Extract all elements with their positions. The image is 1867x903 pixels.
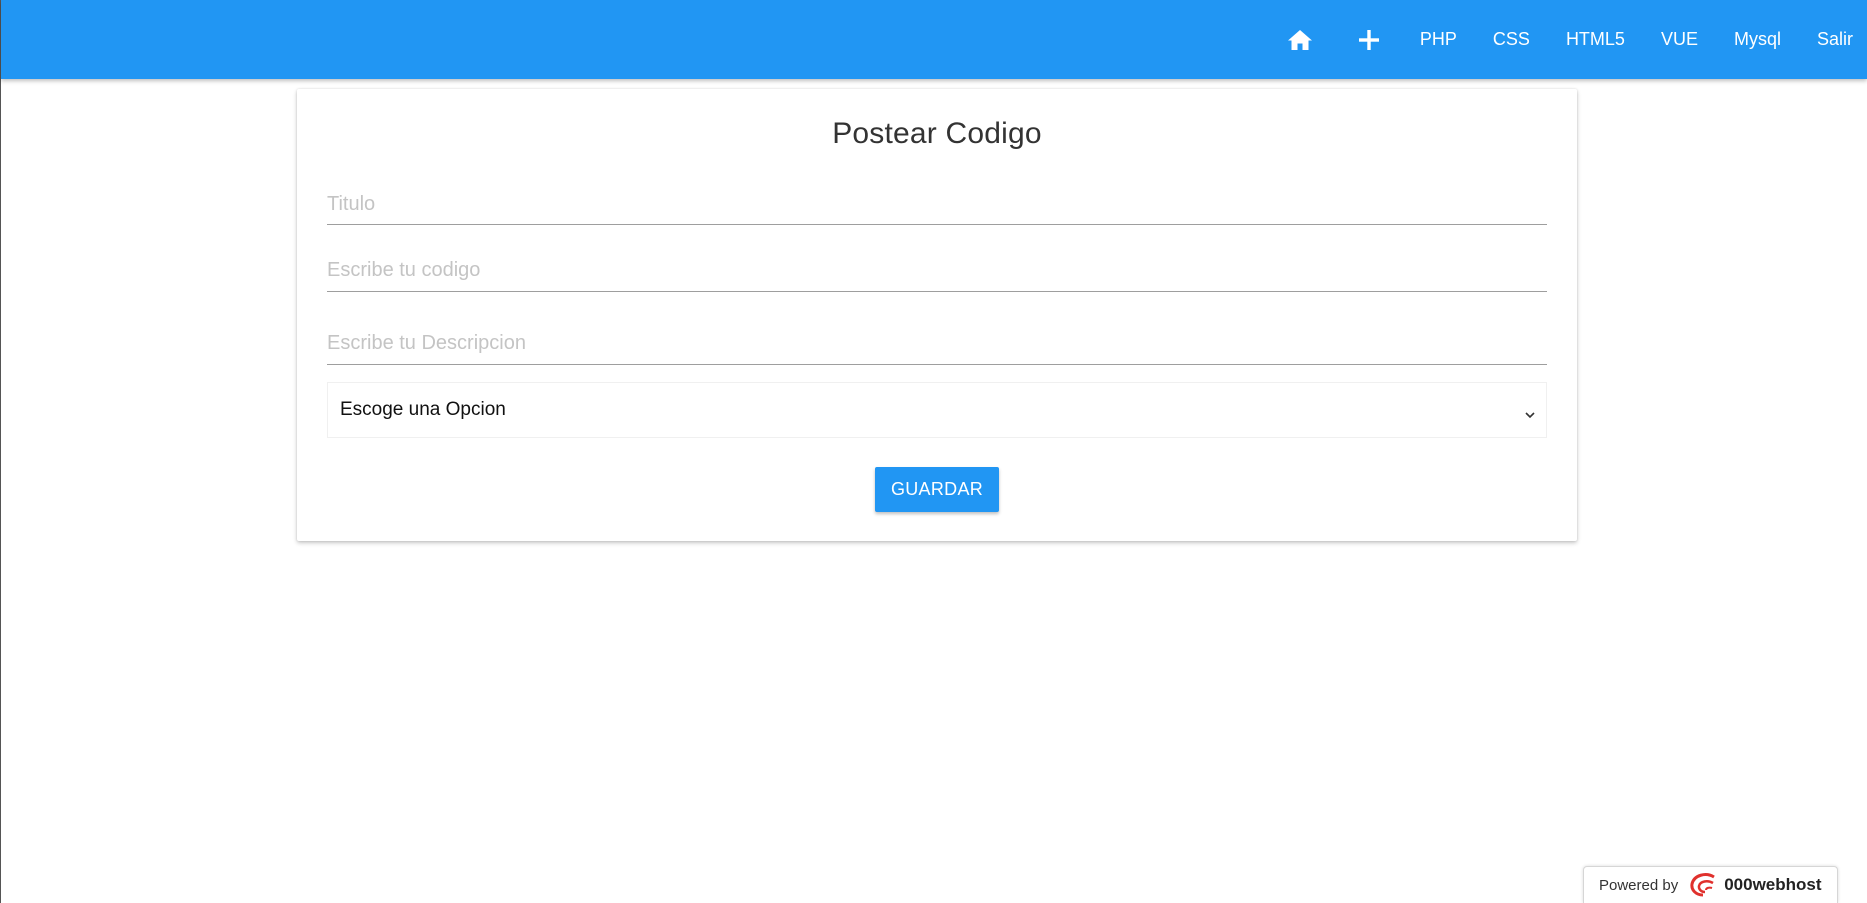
category-select[interactable]: Escoge una Opcion (327, 382, 1547, 438)
powered-by-badge[interactable]: Powered by 000webhost (1583, 866, 1838, 903)
page: PHP CSS HTML5 VUE Mysql Salir Postear Co… (0, 0, 1867, 903)
post-code-card: Postear Codigo Escoge una Opcion GUARDAR (297, 89, 1577, 541)
navbar: PHP CSS HTML5 VUE Mysql Salir (1, 0, 1867, 79)
webhost-logo-icon (1678, 873, 1724, 897)
plus-icon (1358, 29, 1379, 50)
brand-name: 000webhost (1724, 875, 1822, 894)
home-icon (1287, 29, 1313, 51)
category-select-value: Escoge una Opcion (340, 399, 506, 420)
nav-item-php[interactable]: PHP (1402, 0, 1475, 79)
nav-add[interactable] (1336, 0, 1402, 79)
form-title: Postear Codigo (832, 117, 1042, 150)
nav-item-salir[interactable]: Salir (1799, 0, 1867, 79)
nav-home[interactable] (1264, 0, 1336, 79)
descripcion-input[interactable] (327, 322, 1547, 365)
codigo-input[interactable] (327, 250, 1547, 292)
save-button[interactable]: GUARDAR (875, 467, 999, 512)
nav-item-html5[interactable]: HTML5 (1548, 0, 1643, 79)
powered-by-label: Powered by (1599, 876, 1679, 894)
nav-item-mysql[interactable]: Mysql (1716, 0, 1799, 79)
nav-item-vue[interactable]: VUE (1643, 0, 1716, 79)
titulo-input[interactable] (327, 184, 1547, 225)
nav-menu: PHP CSS HTML5 VUE Mysql Salir (1264, 0, 1867, 79)
nav-item-css[interactable]: CSS (1475, 0, 1548, 79)
chevron-down-icon (1524, 403, 1536, 425)
